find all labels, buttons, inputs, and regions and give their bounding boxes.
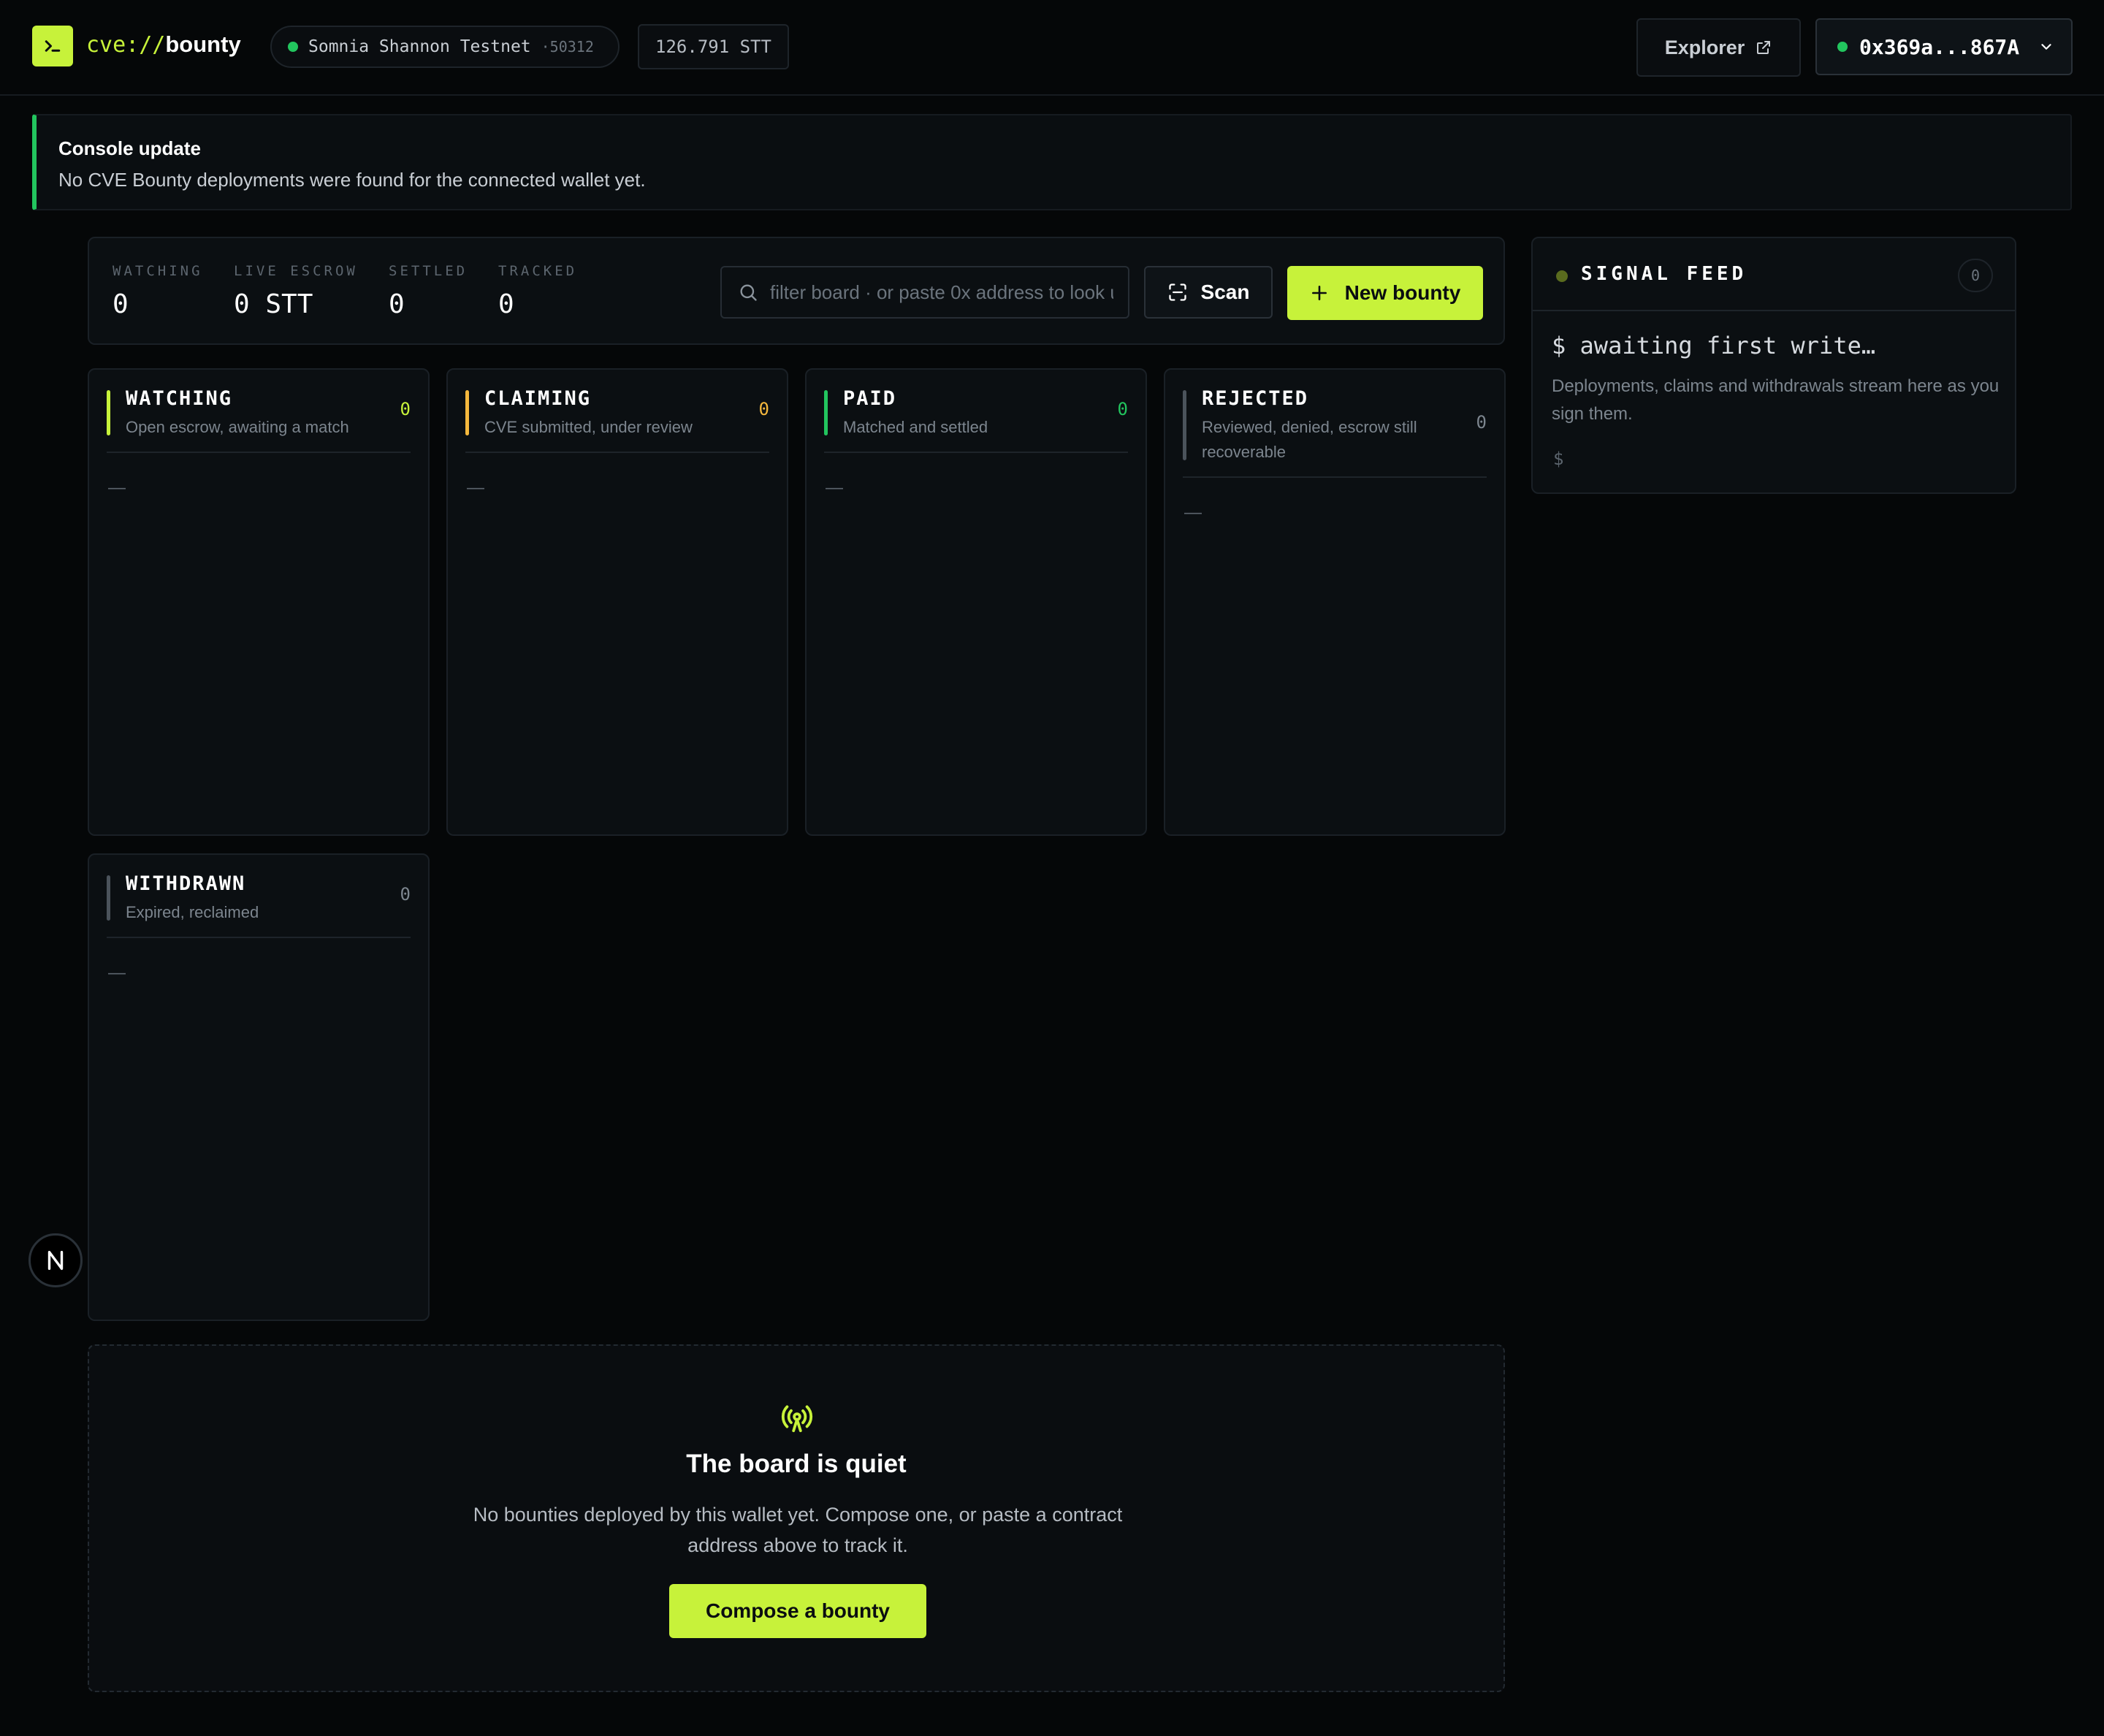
stat-label: WATCHING	[113, 263, 203, 279]
column-count: 0	[758, 399, 769, 419]
column-subtitle: Open escrow, awaiting a match	[126, 418, 349, 436]
column-watching: WATCHING Open escrow, awaiting a match 0…	[88, 368, 430, 836]
column-empty: —	[1184, 503, 1202, 522]
brand-suffix: bounty	[165, 31, 241, 57]
column-divider	[107, 452, 411, 453]
brand-name[interactable]: cve://bounty	[86, 31, 241, 58]
network-status-icon	[288, 42, 298, 52]
column-rejected: REJECTED Reviewed, denied, escrow still …	[1164, 368, 1506, 836]
column-divider	[1183, 476, 1487, 478]
column-empty: —	[467, 478, 484, 498]
stat-value: 0	[498, 289, 514, 319]
banner-title: Console update	[58, 137, 202, 159]
empty-state-panel: The board is quiet No bounties deployed …	[88, 1344, 1505, 1692]
terminal-prompt-icon[interactable]	[32, 26, 73, 66]
signal-feed-text: Deployments, claims and withdrawals stre…	[1552, 376, 2000, 424]
column-accent	[107, 390, 110, 435]
stat-label: TRACKED	[498, 263, 578, 279]
column-count: 0	[400, 884, 411, 905]
column-divider	[465, 452, 769, 453]
wallet-button[interactable]: 0x369a...867A	[1815, 18, 2073, 75]
network-id: ·50312	[541, 38, 594, 56]
column-empty: —	[108, 963, 126, 983]
column-count: 0	[1117, 399, 1128, 419]
network-indicator[interactable]: Somnia Shannon Testnet ·50312	[270, 26, 620, 68]
external-link-icon	[1757, 41, 1771, 54]
wallet-balance: 126.791 STT	[638, 24, 789, 69]
stat-value: 0 STT	[234, 289, 313, 319]
stat-label: SETTLED	[389, 263, 468, 279]
column-title: REJECTED	[1202, 387, 1309, 410]
new-bounty-label: New bounty	[1344, 281, 1461, 304]
signal-feed-panel: SIGNAL FEED 0 $ awaiting first write… De…	[1531, 237, 2016, 494]
wallet-address: 0x369a...867A	[1859, 34, 2020, 59]
signal-feed-cursor: $	[1553, 449, 1564, 469]
column-subtitle: Reviewed, denied, escrow still recoverab…	[1202, 418, 1417, 461]
column-divider	[107, 937, 411, 938]
signal-feed-title: SIGNAL FEED	[1581, 263, 1747, 285]
stat-tracked: TRACKED 0	[498, 263, 577, 319]
brand-prefix: cve://	[86, 32, 166, 58]
scan-button[interactable]: Scan	[1144, 266, 1273, 319]
stat-value: 0	[389, 289, 405, 319]
signal-feed-header: SIGNAL FEED 0	[1533, 238, 2015, 311]
top-bar: cve://bounty Somnia Shannon Testnet ·503…	[0, 0, 2104, 96]
console-update-banner: Console update No CVE Bounty deployments…	[32, 114, 2072, 210]
column-divider	[824, 452, 1128, 453]
search-field[interactable]	[720, 266, 1129, 319]
column-empty: —	[826, 478, 843, 498]
search-input[interactable]	[770, 281, 1113, 304]
scan-label: Scan	[1200, 281, 1250, 303]
scan-icon	[1168, 283, 1186, 301]
network-name: Somnia Shannon Testnet	[308, 37, 531, 56]
column-empty: —	[108, 478, 126, 498]
column-subtitle: Expired, reclaimed	[126, 903, 259, 921]
feed-status-icon	[1556, 270, 1568, 282]
column-title: WATCHING	[126, 387, 233, 410]
column-count: 0	[400, 399, 411, 419]
stats-bar: WATCHING 0 LIVE ESCROW 0 STT SETTLED 0 T…	[88, 237, 1505, 345]
banner-text: No CVE Bounty deployments were found for…	[58, 169, 646, 191]
wallet-connected-icon	[1837, 42, 1848, 52]
column-subtitle: CVE submitted, under review	[484, 418, 693, 436]
column-paid: PAID Matched and settled 0 —	[805, 368, 1147, 836]
plus-icon	[1311, 286, 1327, 300]
column-title: WITHDRAWN	[126, 872, 246, 895]
column-title: CLAIMING	[484, 387, 592, 410]
column-title: PAID	[843, 387, 897, 410]
explorer-label: Explorer	[1664, 36, 1745, 58]
column-withdrawn: WITHDRAWN Expired, reclaimed 0 —	[88, 853, 430, 1321]
broadcast-antenna-icon	[781, 1405, 813, 1433]
stat-watching: WATCHING 0	[113, 263, 203, 319]
explorer-button[interactable]: Explorer	[1636, 18, 1801, 77]
column-accent	[465, 390, 469, 435]
stat-live-escrow: LIVE ESCROW 0 STT	[234, 263, 358, 319]
column-count: 0	[1476, 412, 1487, 433]
empty-state-title: The board is quiet	[686, 1450, 907, 1478]
signal-feed-prompt: $ awaiting first write…	[1552, 332, 1876, 359]
n-logo-icon[interactable]	[28, 1233, 83, 1287]
stat-value: 0	[113, 289, 129, 319]
column-accent	[107, 875, 110, 921]
stat-label: LIVE ESCROW	[234, 263, 358, 279]
signal-feed-count: 0	[1958, 259, 1993, 292]
compose-bounty-button[interactable]: Compose a bounty	[669, 1584, 926, 1638]
stat-settled: SETTLED 0	[389, 263, 468, 319]
search-icon	[740, 284, 757, 301]
new-bounty-button[interactable]: New bounty	[1287, 266, 1483, 320]
column-accent	[824, 390, 828, 435]
empty-state-text: No bounties deployed by this wallet yet.…	[473, 1504, 1123, 1556]
chevron-down-icon	[2041, 44, 2051, 50]
column-claiming: CLAIMING CVE submitted, under review 0 —	[446, 368, 788, 836]
column-subtitle: Matched and settled	[843, 418, 988, 436]
column-accent	[1183, 390, 1186, 460]
